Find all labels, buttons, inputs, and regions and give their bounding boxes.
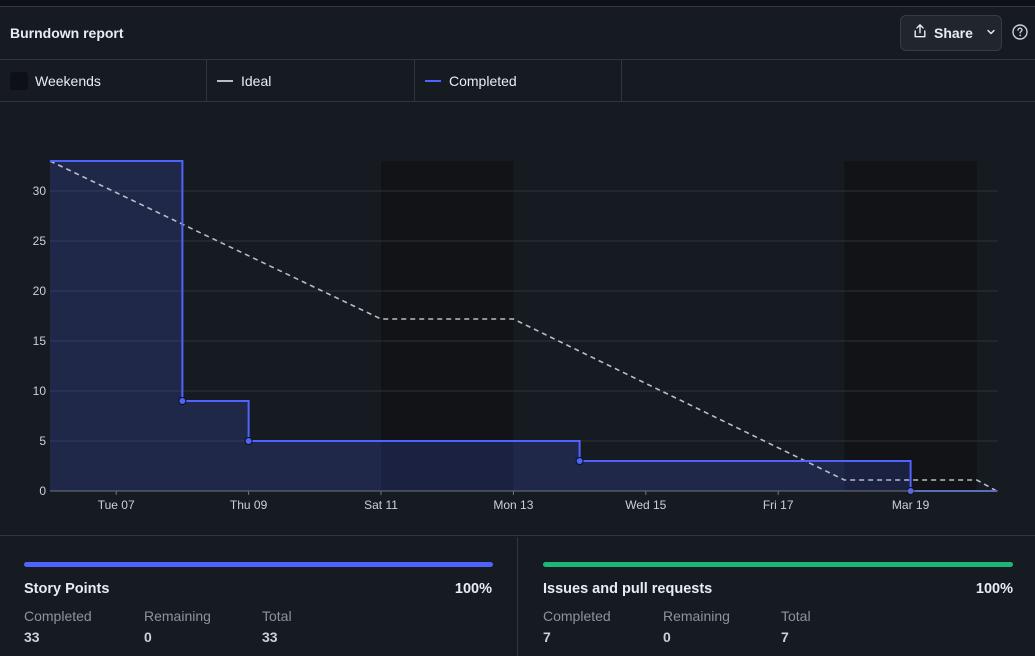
page-title: Burndown report [10, 25, 124, 41]
story-completed-label: Completed [24, 608, 92, 624]
share-button[interactable]: Share [900, 15, 1002, 51]
x-tick-label: Mar 19 [892, 498, 930, 512]
issues-total-label: Total [781, 608, 811, 624]
legend-completed[interactable]: Completed [415, 60, 622, 102]
y-tick-label: 10 [33, 384, 47, 398]
share-icon [913, 23, 927, 43]
story-remaining-label: Remaining [144, 608, 211, 624]
y-tick-label: 30 [33, 184, 47, 198]
report-header: Burndown report Share [0, 7, 1035, 60]
burndown-chart-svg: 0 5 10 15 20 25 30 Tue 07 Thu 09 Sat 11 Mon 13 Wed … [33, 160, 998, 512]
legend-weekends-label: Weekends [35, 73, 101, 89]
weekends-swatch [10, 72, 28, 90]
chart-legend: Weekends Ideal Completed [0, 60, 1035, 102]
legend-weekends[interactable]: Weekends [0, 60, 207, 102]
issues-progress-bar [543, 562, 1013, 567]
help-icon[interactable] [1011, 23, 1029, 41]
y-tick-label: 20 [33, 284, 47, 298]
x-tick-label: Wed 15 [625, 498, 666, 512]
y-tick-label: 0 [39, 484, 46, 498]
ideal-swatch [217, 80, 233, 82]
story-total-label: Total [262, 608, 292, 624]
top-strip [0, 0, 1035, 7]
share-label: Share [934, 25, 973, 41]
x-tick-label: Tue 07 [98, 498, 135, 512]
legend-ideal[interactable]: Ideal [207, 60, 415, 102]
x-tick-label: Thu 09 [230, 498, 268, 512]
completed-point [178, 397, 187, 405]
issues-remaining-value: 0 [663, 629, 671, 645]
story-points-percent: 100% [454, 581, 492, 597]
y-tick-label: 5 [39, 434, 46, 448]
completed-point [575, 457, 584, 465]
issues-percent: 100% [975, 581, 1013, 597]
y-tick-label: 25 [33, 234, 47, 248]
x-tick-label: Fri 17 [763, 498, 794, 512]
story-remaining-value: 0 [144, 629, 152, 645]
issues-panel: Issues and pull requests 100% Completed … [519, 537, 1035, 656]
legend-ideal-label: Ideal [241, 73, 272, 89]
issues-title: Issues and pull requests [543, 581, 713, 597]
issues-total-value: 7 [781, 629, 789, 645]
legend-completed-label: Completed [449, 73, 517, 89]
completed-swatch [425, 80, 441, 82]
chevron-down-icon [986, 24, 996, 42]
completed-point [244, 437, 253, 445]
issues-completed-label: Completed [543, 608, 611, 624]
burndown-chart: 0 5 10 15 20 25 30 Tue 07 Thu 09 Sat 11 Mon 13 Wed … [0, 102, 1035, 536]
story-points-panel: Story Points 100% Completed Remaining To… [0, 537, 518, 656]
x-tick-label: Sat 11 [364, 498, 398, 512]
issues-completed-value: 7 [543, 629, 551, 645]
story-points-progress-bar [24, 562, 493, 567]
story-total-value: 33 [262, 629, 278, 645]
story-completed-value: 33 [24, 629, 40, 645]
y-tick-label: 15 [33, 334, 47, 348]
story-points-title: Story Points [24, 581, 110, 597]
issues-remaining-label: Remaining [663, 608, 730, 624]
x-tick-label: Mon 13 [493, 498, 533, 512]
